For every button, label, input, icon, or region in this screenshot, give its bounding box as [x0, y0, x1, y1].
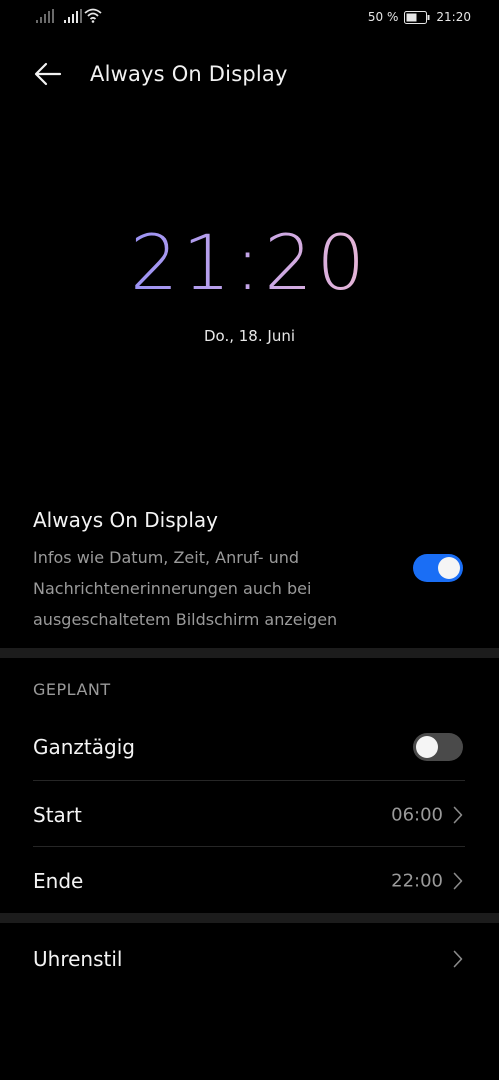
chevron-right-icon [453, 806, 463, 824]
start-row[interactable]: Start 06:00 [33, 782, 465, 848]
signal-icon [36, 9, 54, 23]
start-label: Start [33, 803, 82, 827]
all-day-row[interactable]: Ganztägig [33, 714, 465, 780]
section-divider [0, 913, 499, 923]
aod-title: Always On Display [33, 508, 218, 532]
section-header-scheduled: GEPLANT [33, 680, 111, 699]
back-button[interactable] [28, 54, 68, 94]
start-value: 06:00 [391, 804, 443, 826]
toggle-knob [416, 736, 438, 758]
aod-setting[interactable]: Always On Display Infos wie Datum, Zeit,… [33, 508, 473, 635]
status-bar: 50 % 21:20 [0, 0, 499, 36]
toggle-knob [438, 557, 460, 579]
clock-style-label: Uhrenstil [33, 947, 123, 971]
battery-percent: 50 % [367, 10, 399, 24]
end-label: Ende [33, 869, 84, 893]
battery-icon [404, 10, 430, 24]
aod-description: Infos wie Datum, Zeit, Anruf- und Nachri… [33, 548, 338, 629]
wifi-icon [84, 8, 102, 23]
status-time: 21:20 [436, 10, 471, 24]
arrow-left-icon [34, 62, 62, 86]
signal-icon [64, 9, 82, 23]
preview-clock-time: 21:20 [129, 218, 370, 307]
status-right: 50 % 21:20 [368, 10, 471, 24]
clock-preview: 21:20 Do., 18. Juni [0, 218, 499, 346]
all-day-toggle[interactable] [413, 733, 463, 761]
row-divider [33, 846, 465, 847]
row-divider [33, 780, 465, 781]
section-divider [0, 648, 499, 658]
chevron-right-icon [453, 872, 463, 890]
chevron-right-icon [453, 950, 463, 968]
preview-clock-date: Do., 18. Juni [204, 327, 295, 345]
clock-style-row[interactable]: Uhrenstil [33, 926, 465, 992]
page-title: Always On Display [90, 62, 288, 86]
aod-toggle[interactable] [413, 554, 463, 582]
all-day-label: Ganztägig [33, 735, 135, 759]
end-row[interactable]: Ende 22:00 [33, 848, 465, 914]
end-value: 22:00 [391, 870, 443, 892]
